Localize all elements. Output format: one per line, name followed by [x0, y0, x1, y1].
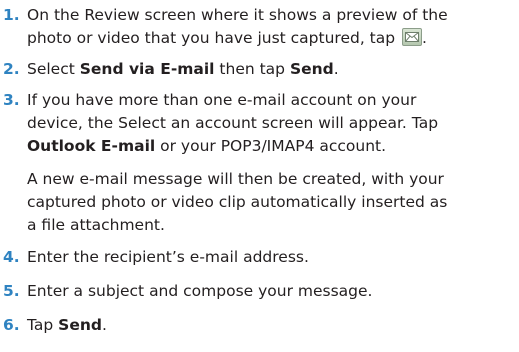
- step-text-line: Enter the recipient’s e-mail address.: [27, 248, 309, 266]
- email-envelope-icon: [402, 28, 423, 46]
- step-number: 1.: [3, 6, 20, 24]
- step-number: 5.: [3, 282, 20, 300]
- step-text-line: device, the Select an account screen wil…: [27, 114, 439, 132]
- step-text-line: If you have more than one e-mail account…: [27, 91, 417, 109]
- step-text-line: photo or video that you have just captur…: [27, 29, 396, 47]
- note-line: captured photo or video clip automatical…: [27, 193, 448, 211]
- step-number: 4.: [3, 248, 20, 266]
- note-line: A new e-mail message will then be create…: [27, 170, 444, 188]
- note-line: a file attachment.: [27, 216, 165, 234]
- step-text-line: On the Review screen where it shows a pr…: [27, 6, 448, 24]
- step-text-line: Enter a subject and compose your message…: [27, 282, 373, 300]
- ui-label-send: Send: [289, 60, 334, 78]
- step-number: 3.: [3, 91, 20, 109]
- ui-label-outlook-email: Outlook E-mail: [27, 137, 156, 155]
- step-number: 2.: [3, 60, 20, 78]
- ui-label-send-via-email: Send via E-mail: [79, 60, 215, 78]
- step-number: 6.: [3, 316, 20, 334]
- instruction-list: 1. On the Review screen where it shows a…: [0, 0, 519, 352]
- note-paragraph: A new e-mail message will then be create…: [27, 168, 447, 237]
- ui-label-send: Send: [58, 316, 102, 334]
